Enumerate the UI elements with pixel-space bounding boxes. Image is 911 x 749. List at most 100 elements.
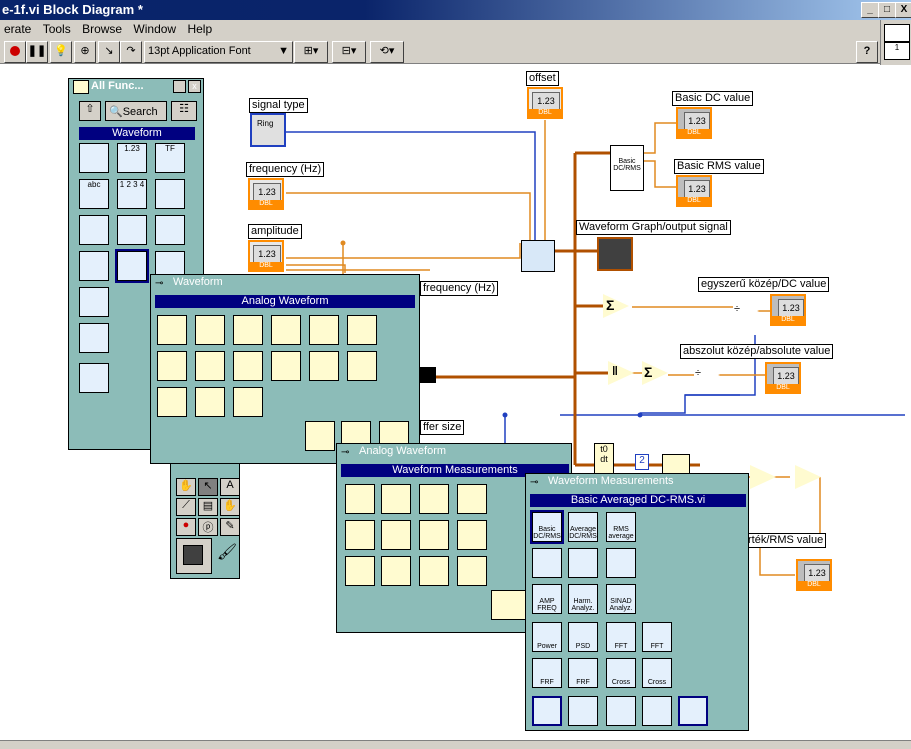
measure-item-9[interactable] — [345, 556, 375, 586]
pin-icon[interactable]: ⊸ — [530, 476, 538, 490]
analog-item-7[interactable] — [157, 351, 187, 381]
basic-dc-rms-node[interactable]: Basic DC/RMS — [610, 145, 644, 191]
analog-item-2[interactable] — [195, 315, 225, 345]
options-button[interactable]: ☷ — [171, 101, 197, 121]
measure-item-4[interactable] — [457, 484, 487, 514]
menu-browse[interactable]: Browse — [78, 20, 126, 38]
signal-type-control[interactable]: Ring — [250, 113, 286, 147]
shortcut-menu-tool-button[interactable]: ▤ — [198, 498, 218, 516]
dcrms-subpalette-4[interactable] — [642, 696, 672, 726]
context-help-button[interactable]: ? — [856, 41, 878, 63]
dcrms-subpalette-2[interactable] — [568, 696, 598, 726]
dcrms-subpalette-1[interactable] — [532, 696, 562, 726]
analog-item-6[interactable] — [347, 315, 377, 345]
retain-wire-button[interactable]: ⊕ — [74, 41, 96, 63]
measure-subpalette[interactable] — [491, 590, 527, 620]
sinad-analyz-item[interactable]: SINAD Analyz. — [606, 584, 636, 614]
analog-subpalette-1[interactable] — [305, 421, 335, 451]
analog-item-15[interactable] — [233, 387, 263, 417]
font-dropdown[interactable]: 13pt Application Font ▼ — [144, 41, 293, 63]
sqrt-node[interactable] — [795, 465, 821, 489]
scroll-tool-button[interactable]: ✋ — [220, 498, 240, 516]
step-over-button[interactable]: ↷ — [120, 41, 142, 63]
align-button[interactable]: ⊞▾ — [294, 41, 328, 63]
palette-minimize-button[interactable] — [173, 80, 186, 93]
basic-dc-rms-item[interactable]: Basic DC/RMS — [530, 510, 564, 544]
palette-item-2[interactable]: 1.23 — [117, 143, 147, 173]
measure-item-3[interactable] — [419, 484, 449, 514]
waveform-generator-node[interactable] — [521, 240, 555, 272]
palette-item-8[interactable] — [117, 215, 147, 245]
reorder-button[interactable]: ⟲▾ — [370, 41, 404, 63]
dcrms-item-5[interactable] — [568, 548, 598, 578]
analog-item-9[interactable] — [233, 351, 263, 381]
psd-item[interactable]: PSD — [568, 622, 598, 652]
analog-item-1[interactable] — [157, 315, 187, 345]
close-button[interactable]: X — [895, 2, 911, 18]
measure-item-12[interactable] — [457, 556, 487, 586]
amp-freq-item[interactable]: AMP FREQ — [532, 584, 562, 614]
palette-item-5[interactable]: 1 2 3 4 — [117, 179, 147, 209]
palette-item-7[interactable] — [79, 215, 109, 245]
palette-item-10[interactable] — [79, 251, 109, 281]
palette-item-4[interactable]: abc — [79, 179, 109, 209]
breakpoint-tool-button[interactable]: ● — [176, 518, 196, 536]
run-button[interactable] — [4, 41, 26, 63]
palette-close-button[interactable]: x — [188, 80, 201, 93]
analog-item-4[interactable] — [271, 315, 301, 345]
palette-item-15[interactable] — [79, 363, 109, 393]
pin-icon[interactable] — [73, 80, 89, 94]
frf-item-2[interactable]: FRF — [568, 658, 598, 688]
palette-item-13[interactable] — [79, 287, 109, 317]
measure-item-10[interactable] — [381, 556, 411, 586]
amplitude-control[interactable]: 1.23 DBL — [248, 240, 284, 272]
average-dc-rms-item[interactable]: Average DC/RMS — [568, 512, 598, 542]
pin-icon[interactable]: ⊸ — [341, 446, 349, 460]
analog-item-14[interactable] — [195, 387, 225, 417]
waveform-graph-indicator[interactable] — [597, 237, 633, 271]
cross-item-2[interactable]: Cross — [642, 658, 672, 688]
measure-item-5[interactable] — [345, 520, 375, 550]
analog-item-5[interactable] — [309, 315, 339, 345]
step-into-button[interactable]: ↘ — [98, 41, 120, 63]
analog-waveform-palette[interactable]: ⊸ Waveform Analog Waveform — [150, 274, 420, 464]
pause-button[interactable]: ❚❚ — [26, 41, 48, 63]
tools-palette[interactable]: ✋ ↖ A ⟋ ▤ ✋ ● ⓟ ✎ 🖌 — [170, 455, 240, 579]
measure-item-6[interactable] — [381, 520, 411, 550]
dcrms-subpalette-3[interactable] — [606, 696, 636, 726]
color-tool-button[interactable] — [176, 538, 212, 574]
measure-item-8[interactable] — [457, 520, 487, 550]
minimize-button[interactable]: _ — [861, 2, 879, 18]
label-tool-button[interactable]: A — [220, 478, 240, 496]
cross-item-1[interactable]: Cross — [606, 658, 636, 688]
analog-item-10[interactable] — [271, 351, 301, 381]
dc-rms-palette[interactable]: ⊸ Waveform Measurements Basic Averaged DC… — [525, 473, 749, 731]
highlight-button[interactable]: 💡 — [50, 41, 72, 63]
wiring-tool-button[interactable]: ⟋ — [176, 498, 196, 516]
frf-item-1[interactable]: FRF — [532, 658, 562, 688]
palette-item-3[interactable]: TF — [155, 143, 185, 173]
frequency-control[interactable]: 1.23 DBL — [248, 178, 284, 210]
analog-item-3[interactable] — [233, 315, 263, 345]
measure-item-2[interactable] — [381, 484, 411, 514]
palette-item-9[interactable] — [155, 215, 185, 245]
color-copy-tool-button[interactable]: ✎ — [220, 518, 240, 536]
simple-mean-indicator[interactable]: 1.23 DBL — [770, 294, 806, 326]
palette-item-6[interactable] — [155, 179, 185, 209]
menu-window[interactable]: Window — [129, 20, 180, 38]
palette-item-1[interactable] — [79, 143, 109, 173]
navigate-up-button[interactable]: ⇧ — [79, 101, 101, 121]
menu-tools[interactable]: Tools — [39, 20, 75, 38]
constant-two[interactable]: 2 — [635, 454, 649, 470]
analog-item-13[interactable] — [157, 387, 187, 417]
harm-analyz-item[interactable]: Harm. Analyz. — [568, 584, 598, 614]
position-tool-button[interactable]: ↖ — [198, 478, 218, 496]
dcrms-item-4[interactable] — [532, 548, 562, 578]
analog-item-8[interactable] — [195, 351, 225, 381]
menu-help[interactable]: Help — [183, 20, 216, 38]
measure-item-7[interactable] — [419, 520, 449, 550]
divide-node-3[interactable] — [750, 465, 776, 489]
rms-indicator[interactable]: 1.23 DBL — [796, 559, 832, 591]
waveform-components-node[interactable]: t0 dt — [594, 443, 614, 475]
offset-control[interactable]: 1.23 DBL — [527, 87, 563, 119]
